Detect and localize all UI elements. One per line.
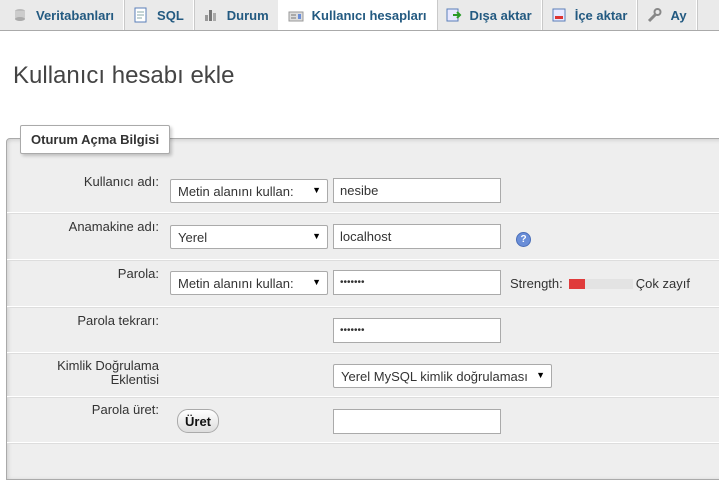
username-label: Kullanıcı adı: xyxy=(83,174,159,189)
auth-plugin-label-line1: Kimlik Doğrulama xyxy=(57,358,159,373)
strength-label: Strength: xyxy=(510,276,563,291)
generate-label: Parola üret: xyxy=(91,402,159,417)
strength-text: Çok zayıf xyxy=(635,276,690,291)
password-label: Parola: xyxy=(117,266,159,281)
help-icon[interactable]: ? xyxy=(516,232,531,247)
generated-password-input[interactable] xyxy=(333,409,501,434)
user-accounts-icon xyxy=(288,8,304,24)
tab-label: Durum xyxy=(226,7,269,23)
status-chart-icon xyxy=(203,7,219,23)
auth-plugin-select[interactable]: Yerel MySQL kimlik doğrulaması ▼ xyxy=(333,364,552,388)
tab-label: Kullanıcı hesapları xyxy=(311,8,427,23)
username-value: nesibe xyxy=(340,183,379,198)
password-value: ••••••• xyxy=(340,277,365,288)
password-mode-select[interactable]: Metin alanını kullan: ▼ xyxy=(170,271,328,295)
password-repeat-input[interactable]: ••••••• xyxy=(333,318,501,343)
host-value: localhost xyxy=(340,229,392,244)
password-repeat-label: Parola tekrarı: xyxy=(77,313,159,328)
tab-label: İçe aktar xyxy=(574,7,628,23)
password-strength: Strength: Çok zayıf xyxy=(510,276,690,291)
password-input[interactable]: ••••••• xyxy=(333,270,501,295)
chevron-down-icon: ▼ xyxy=(312,277,321,287)
auth-plugin-label-line2: Eklentisi xyxy=(110,372,159,387)
host-mode-value: Yerel xyxy=(178,229,208,245)
chevron-down-icon: ▼ xyxy=(312,185,321,195)
import-icon xyxy=(551,7,567,23)
tab-export[interactable]: Dışa aktar xyxy=(437,0,542,30)
tab-databases[interactable]: Veritabanları xyxy=(0,0,125,30)
username-mode-select[interactable]: Metin alanını kullan: ▼ xyxy=(170,179,328,203)
auth-plugin-label: Kimlik Doğrulama Eklentisi xyxy=(57,359,159,387)
database-icon xyxy=(12,7,28,23)
export-icon xyxy=(446,7,462,23)
username-mode-value: Metin alanını kullan: xyxy=(178,183,294,199)
password-mode-value: Metin alanını kullan: xyxy=(178,275,294,291)
tab-import[interactable]: İçe aktar xyxy=(542,0,638,30)
wrench-icon xyxy=(646,7,662,23)
sql-icon xyxy=(133,7,149,23)
tab-label: Dışa aktar xyxy=(469,7,532,23)
strength-meter-fill xyxy=(568,278,585,289)
host-label: Anamakine adı: xyxy=(68,219,159,234)
page-title: Kullanıcı hesabı ekle xyxy=(13,62,235,89)
chevron-down-icon: ▼ xyxy=(312,231,321,241)
host-input[interactable]: localhost xyxy=(333,224,501,249)
tab-status[interactable]: Durum xyxy=(194,0,279,30)
host-mode-select[interactable]: Yerel ▼ xyxy=(170,225,328,249)
tab-label: Veritabanları xyxy=(36,7,115,23)
tab-sql[interactable]: SQL xyxy=(124,0,194,30)
fieldset-legend: Oturum Açma Bilgisi xyxy=(20,125,171,154)
strength-meter xyxy=(568,278,633,289)
auth-plugin-value: Yerel MySQL kimlik doğrulaması xyxy=(341,368,528,384)
tab-label: Ay xyxy=(670,7,687,23)
chevron-down-icon: ▼ xyxy=(536,370,545,380)
username-input[interactable]: nesibe xyxy=(333,178,501,203)
password-repeat-value: ••••••• xyxy=(340,325,365,336)
top-tabs: Veritabanları SQL Durum Kullanıcı hesapl… xyxy=(0,0,719,31)
tab-user-accounts[interactable]: Kullanıcı hesapları xyxy=(278,0,437,30)
generate-button[interactable]: Üret xyxy=(177,409,220,433)
tab-settings[interactable]: Ay xyxy=(637,0,697,30)
tab-label: SQL xyxy=(157,7,184,23)
